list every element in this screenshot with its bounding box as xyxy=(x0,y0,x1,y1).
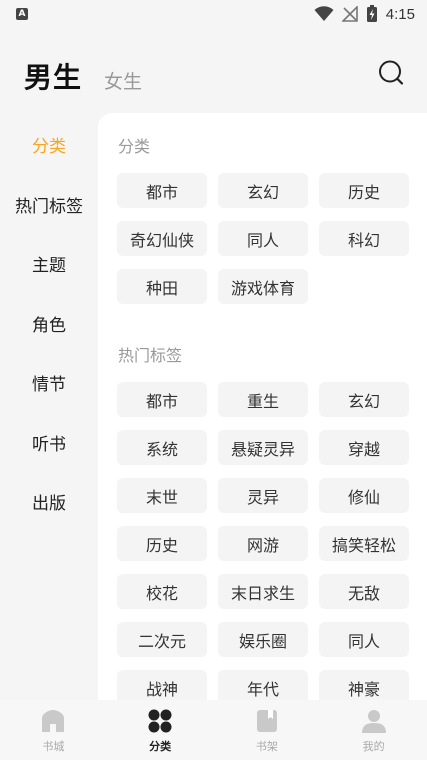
tag-chip[interactable]: 系统 xyxy=(117,430,207,465)
nav-label-category: 分类 xyxy=(149,740,172,753)
home-icon xyxy=(42,710,65,732)
sidebar-item-audiobook[interactable]: 听书 xyxy=(0,418,98,478)
tag-chip[interactable]: 无敌 xyxy=(319,574,409,609)
bottom-nav: 书城 分类 书架 我的 xyxy=(0,700,427,760)
category-chip[interactable]: 都市 xyxy=(117,173,207,208)
category-chip[interactable]: 历史 xyxy=(319,173,409,208)
category-chip[interactable]: 种田 xyxy=(117,269,207,304)
category-chip[interactable]: 科幻 xyxy=(319,221,409,256)
app-notification-icon: A xyxy=(16,8,28,20)
status-bar: A 4:15 xyxy=(0,0,427,30)
category-chip[interactable]: 奇幻仙侠 xyxy=(117,221,207,256)
sidebar-item-plot[interactable]: 情节 xyxy=(0,358,98,418)
category-chip[interactable]: 玄幻 xyxy=(218,173,308,208)
tag-chip[interactable]: 娱乐圈 xyxy=(218,622,308,657)
nav-label-profile: 我的 xyxy=(362,740,385,753)
tab-male[interactable]: 男生 xyxy=(24,56,82,96)
tag-chip[interactable]: 二次元 xyxy=(117,622,207,657)
nav-item-category[interactable]: 分类 xyxy=(107,700,214,760)
section-title-category: 分类 xyxy=(118,137,151,156)
status-time: 4:15 xyxy=(385,5,415,23)
sidebar-item-hot-tags[interactable]: 热门标签 xyxy=(0,180,98,240)
category-chip[interactable]: 游戏体育 xyxy=(218,269,308,304)
bookshelf-icon xyxy=(256,710,277,732)
hot-tags-grid: 都市 重生 玄幻系统 悬疑灵异 穿越末世 灵异 修仙历史 网游 搞笑轻松校花 末日求生 无敌二次元娱… xyxy=(117,382,409,705)
nav-item-bookstore[interactable]: 书城 xyxy=(0,700,107,760)
tag-chip[interactable]: 修仙 xyxy=(319,478,409,513)
tag-chip[interactable]: 末日求生 xyxy=(218,574,308,609)
nav-label-bookstore: 书城 xyxy=(42,740,65,753)
nav-item-bookshelf[interactable]: 书架 xyxy=(214,700,321,760)
tag-chip[interactable]: 重生 xyxy=(218,382,308,417)
sidebar-item-theme[interactable]: 主题 xyxy=(0,239,98,299)
category-icon xyxy=(148,709,172,733)
tag-chip[interactable]: 网游 xyxy=(218,526,308,561)
profile-icon xyxy=(361,710,386,733)
no-signal-icon xyxy=(341,6,358,22)
search-icon[interactable] xyxy=(376,58,406,88)
battery-charging-icon xyxy=(366,5,377,22)
tag-chip[interactable]: 搞笑轻松 xyxy=(319,526,409,561)
tag-chip[interactable]: 穿越 xyxy=(319,430,409,465)
tag-chip[interactable]: 悬疑灵异 xyxy=(218,430,308,465)
tag-chip[interactable]: 灵异 xyxy=(218,478,308,513)
category-chip[interactable]: 同人 xyxy=(218,221,308,256)
category-grid: 都市 玄幻 历史奇幻仙侠 同人 科幻种田 游戏体育 xyxy=(117,173,409,304)
sidebar-item-category[interactable]: 分类 xyxy=(0,120,98,180)
tab-female[interactable]: 女生 xyxy=(104,67,142,94)
tag-chip[interactable]: 历史 xyxy=(117,526,207,561)
tag-chip[interactable]: 末世 xyxy=(117,478,207,513)
sidebar-item-role[interactable]: 角色 xyxy=(0,299,98,359)
content-panel: 分类 都市 玄幻 历史 奇幻仙侠 同人 科幻 种田 游戏体育 热门标签 都市 重生 玄幻 系统 悬疑灵… xyxy=(98,113,427,713)
nav-item-profile[interactable]: 我的 xyxy=(320,700,427,760)
header: 男生 女生 xyxy=(0,50,427,100)
tag-chip[interactable]: 同人 xyxy=(319,622,409,657)
nav-label-bookshelf: 书架 xyxy=(255,740,278,753)
tag-chip[interactable]: 都市 xyxy=(117,382,207,417)
wifi-icon xyxy=(314,6,334,21)
category-sidebar: 分类 热门标签 主题 角色 情节 听书 出版 xyxy=(0,120,98,537)
sidebar-item-publish[interactable]: 出版 xyxy=(0,477,98,537)
section-title-hot-tags: 热门标签 xyxy=(118,346,183,365)
tag-chip[interactable]: 玄幻 xyxy=(319,382,409,417)
tag-chip[interactable]: 校花 xyxy=(117,574,207,609)
